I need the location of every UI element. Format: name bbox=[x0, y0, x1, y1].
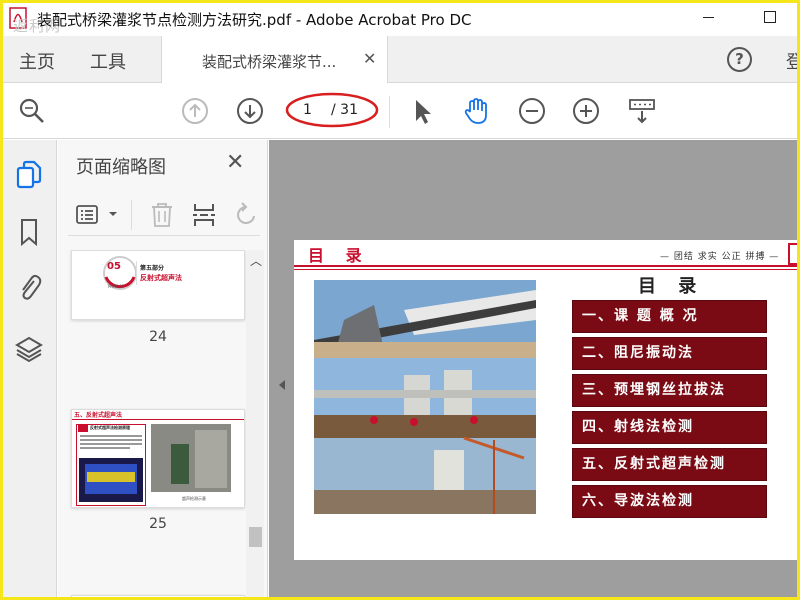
zoom-out-icon[interactable] bbox=[517, 96, 547, 126]
page-header-title: 目 录 bbox=[308, 246, 370, 265]
maximize-button[interactable] bbox=[764, 11, 776, 23]
thumb24-divider bbox=[136, 261, 137, 285]
pdf-page: 目 录 — 团结 求实 公正 拼搏 — 目 录 一、课 题 概 况 二、阻尼振动… bbox=[294, 240, 797, 560]
toc-item-2[interactable]: 二、阻尼振动法 bbox=[572, 337, 767, 370]
close-panel-icon[interactable]: ✕ bbox=[226, 150, 244, 175]
select-cursor-icon[interactable] bbox=[407, 96, 437, 126]
hand-tool-icon[interactable] bbox=[461, 96, 491, 126]
page-thumbnails-icon[interactable] bbox=[15, 160, 43, 190]
thumb25-scan-layer bbox=[87, 472, 135, 482]
next-page-icon[interactable] bbox=[235, 96, 265, 126]
title-bar: 返利网 装配式桥梁灌浆节点检测方法研究.pdf - Adobe Acrobat … bbox=[3, 3, 797, 35]
toc-item-1[interactable]: 一、课 题 概 况 bbox=[572, 300, 767, 333]
app-window: 返利网 装配式桥梁灌浆节点检测方法研究.pdf - Adobe Acrobat … bbox=[0, 0, 800, 600]
zoom-search-icon[interactable] bbox=[17, 96, 47, 126]
page-split-icon[interactable] bbox=[192, 202, 216, 228]
toc-heading: 目 录 bbox=[638, 276, 705, 297]
toc-item-5[interactable]: 五、反射式超声检测 bbox=[572, 448, 767, 481]
toc-item-6[interactable]: 六、导波法检测 bbox=[572, 485, 767, 518]
scroll-mode-icon[interactable] bbox=[627, 96, 657, 126]
page-logo bbox=[788, 243, 797, 265]
thumb24-badge: 05 bbox=[107, 261, 121, 272]
toolbar-divider bbox=[389, 96, 390, 128]
options-menu-icon[interactable] bbox=[76, 204, 102, 226]
thumbnail-scrollbar[interactable]: ︿ bbox=[246, 250, 264, 597]
thumbnail-label-24: 24 bbox=[149, 329, 167, 345]
previous-page-icon[interactable] bbox=[180, 96, 210, 126]
thumb24-part-title: 第五部分 bbox=[140, 265, 165, 272]
thumb25-box-tag bbox=[78, 425, 88, 432]
menu-tools[interactable]: 工具 bbox=[90, 48, 126, 74]
thumb25-header: 五、反射式超声法 bbox=[74, 412, 123, 419]
thumb24-part-label: PART 05 bbox=[108, 284, 125, 289]
close-tab-icon[interactable]: ✕ bbox=[363, 49, 376, 68]
document-viewport: 目 录 — 团结 求实 公正 拼搏 — 目 录 一、课 题 概 况 二、阻尼振动… bbox=[269, 140, 797, 597]
page-motto: — 团结 求实 公正 拼搏 — bbox=[660, 252, 780, 262]
panel-toolbar bbox=[68, 196, 260, 236]
panel-title: 页面缩略图 bbox=[76, 157, 166, 178]
thumb25-text-line-3 bbox=[80, 443, 142, 445]
thumbnail-page-25[interactable]: 五、反射式超声法 反射式超声法检测原理 超声检测示意 bbox=[71, 409, 245, 508]
bridge-construction-photo bbox=[314, 280, 536, 514]
login-link[interactable]: 登 bbox=[786, 48, 797, 74]
thumb25-photo bbox=[151, 424, 231, 492]
rotate-icon[interactable] bbox=[234, 202, 258, 228]
thumb25-photo-figure bbox=[171, 444, 189, 484]
toc-item-4[interactable]: 四、射线法检测 bbox=[572, 411, 767, 444]
thumbnail-page-24[interactable]: 05 PART 05 第五部分 反射式超声法 bbox=[71, 250, 245, 320]
bookmark-icon[interactable] bbox=[15, 217, 43, 247]
chevron-down-icon[interactable] bbox=[108, 210, 118, 218]
window-title: 装配式桥梁灌浆节点检测方法研究.pdf - Adobe Acrobat Pro … bbox=[37, 11, 472, 29]
thumb25-photo-wall bbox=[195, 430, 227, 488]
thumb25-text-line-1 bbox=[80, 435, 142, 437]
toc-item-3[interactable]: 三、预埋钢丝拉拔法 bbox=[572, 374, 767, 407]
thumbnail-label-25: 25 bbox=[149, 516, 167, 532]
header-rule-thick bbox=[294, 265, 797, 267]
document-tab[interactable]: 装配式桥梁灌浆节... ✕ bbox=[161, 36, 388, 83]
zoom-in-icon[interactable] bbox=[571, 96, 601, 126]
main-toolbar: 1 / 31 bbox=[3, 84, 797, 139]
thumb24-part-subtitle: 反射式超声法 bbox=[140, 274, 182, 282]
collapse-panel-icon[interactable] bbox=[279, 380, 285, 390]
thumbnails-panel: 页面缩略图 ✕ 05 PART 05 第五部分 反射式超声法 24 五、反射式超… bbox=[58, 140, 268, 597]
help-icon[interactable]: ? bbox=[727, 47, 752, 72]
thumbnail-list: 05 PART 05 第五部分 反射式超声法 24 五、反射式超声法 反射式超声… bbox=[58, 250, 246, 597]
trash-icon[interactable] bbox=[150, 202, 174, 228]
menu-home[interactable]: 主页 bbox=[19, 48, 55, 74]
thumb25-box-title: 反射式超声法检测原理 bbox=[90, 425, 130, 430]
tools-divider bbox=[131, 200, 132, 230]
thumb25-text-line-4 bbox=[80, 447, 130, 449]
minimize-button[interactable] bbox=[703, 17, 714, 18]
left-rail bbox=[3, 140, 57, 597]
scroll-up-icon[interactable]: ︿ bbox=[250, 252, 262, 269]
document-tab-label: 装配式桥梁灌浆节... bbox=[202, 53, 337, 71]
scrollbar-thumb[interactable] bbox=[249, 527, 262, 547]
attachment-icon[interactable] bbox=[15, 272, 43, 302]
thumb25-caption: 超声检测示意 bbox=[182, 496, 206, 501]
thumbnail-page-26[interactable] bbox=[71, 595, 245, 597]
thumb25-text-line-2 bbox=[80, 439, 142, 441]
thumb25-scan-image bbox=[79, 458, 143, 502]
highlight-ellipse bbox=[285, 92, 379, 128]
menu-tab-bar: 主页 工具 装配式桥梁灌浆节... ✕ ? 登 bbox=[3, 36, 797, 83]
header-rule-thin bbox=[294, 269, 797, 270]
layers-icon[interactable] bbox=[15, 334, 43, 364]
